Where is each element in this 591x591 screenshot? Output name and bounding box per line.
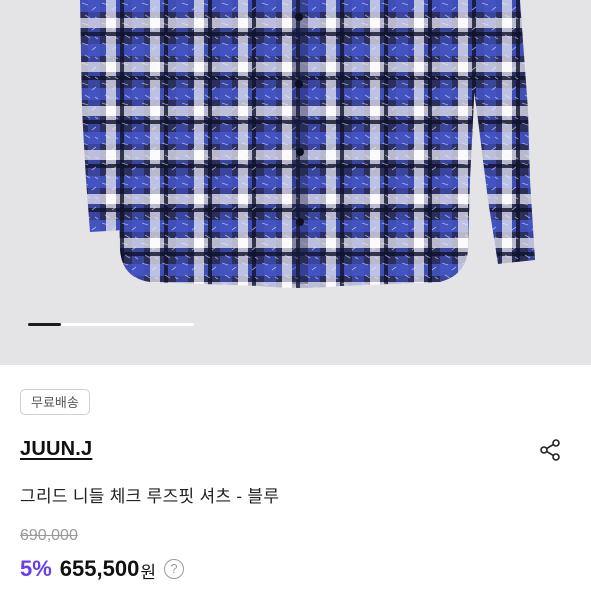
product-photo — [80, 0, 535, 288]
share-button[interactable] — [535, 435, 565, 465]
sale-price: 655,500 — [59, 556, 140, 581]
currency-unit: 원 — [140, 562, 156, 582]
original-price: 690,000 — [20, 527, 78, 544]
share-icon — [540, 439, 560, 461]
price-row: 5% 655,500 원 ? — [20, 555, 184, 583]
carousel-progress-bar[interactable] — [28, 323, 194, 326]
discount-rate: 5% — [20, 556, 52, 581]
product-detail-page: 무료배송 JUUN.J 그리드 니들 체크 루즈핏 셔츠 - 블루 690,00… — [0, 0, 591, 591]
brand-link[interactable]: JUUN.J — [20, 438, 92, 461]
free-shipping-badge: 무료배송 — [20, 389, 90, 415]
product-title: 그리드 니들 체크 루즈핏 셔츠 - 블루 — [20, 487, 280, 506]
carousel-progress-fill — [28, 323, 62, 326]
product-image-carousel[interactable] — [0, 0, 591, 365]
question-circle-icon[interactable]: ? — [163, 559, 184, 579]
